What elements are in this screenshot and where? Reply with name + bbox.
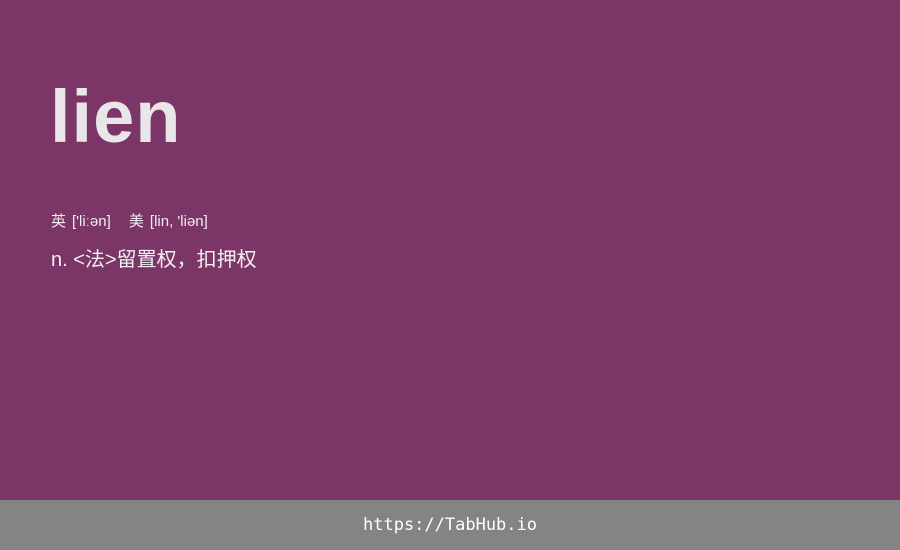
definition: n. <法>留置权，扣押权 xyxy=(51,249,257,271)
us-ipa: [lin, 'liən] xyxy=(149,213,208,230)
us-label: 美 xyxy=(128,213,144,230)
pronunciation-uk: 英 ['liːən] xyxy=(51,212,111,232)
uk-label: 英 xyxy=(51,213,67,230)
footer-link[interactable]: https://TabHub.io xyxy=(363,515,537,535)
headword: lien xyxy=(50,75,182,158)
pronunciation-us: 美 [lin, 'liən] xyxy=(129,212,208,232)
footer-bar: https://TabHub.io xyxy=(0,500,900,550)
word-card: lien 英 ['liːən] 美 [lin, 'liən] n. <法>留置权，扣… xyxy=(0,0,900,500)
uk-ipa: ['liːən] xyxy=(72,213,111,230)
pronunciation-row: 英 ['liːən] 美 [lin, 'liən] xyxy=(51,212,208,232)
